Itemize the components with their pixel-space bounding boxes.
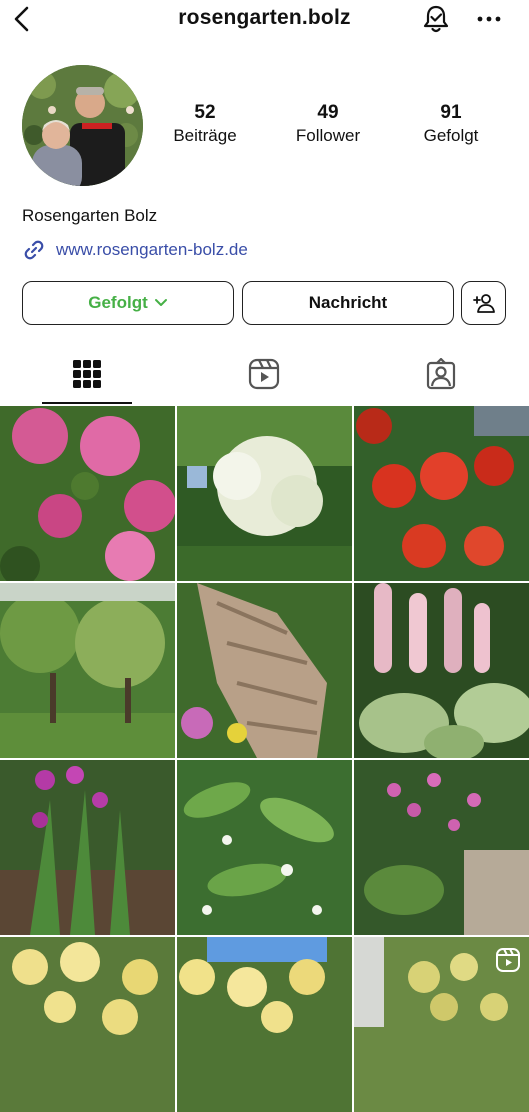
stat-posts-count: 52 — [194, 102, 216, 123]
tab-tagged[interactable] — [421, 356, 461, 392]
stat-posts-label: Beiträge — [173, 126, 237, 145]
post-thumbnail[interactable] — [354, 760, 529, 935]
stat-followers[interactable]: 49 Follower — [273, 102, 383, 146]
bell-check-icon[interactable] — [420, 3, 452, 35]
profile-stats: 52 Beiträge 49 Follower 91 Gefolgt — [150, 102, 529, 152]
post-thumbnail[interactable] — [354, 583, 529, 758]
stat-following-count: 91 — [440, 102, 462, 123]
website-text[interactable]: www.rosengarten-bolz.de — [56, 240, 248, 260]
following-button-label: Gefolgt — [88, 293, 148, 312]
top-bar: rosengarten.bolz — [0, 0, 529, 42]
stat-following[interactable]: 91 Gefolgt — [396, 102, 506, 146]
stat-followers-count: 49 — [317, 102, 339, 123]
tagged-person-icon — [426, 358, 456, 390]
post-thumbnail[interactable] — [0, 406, 175, 581]
post-thumbnail[interactable] — [0, 937, 175, 1112]
tab-posts[interactable] — [67, 356, 107, 392]
tab-selected-indicator — [42, 402, 132, 404]
profile-tabs — [0, 346, 529, 404]
post-thumbnail[interactable] — [354, 937, 529, 1112]
post-thumbnail[interactable] — [177, 760, 352, 935]
post-thumbnail[interactable] — [354, 406, 529, 581]
message-button-label: Nachricht — [308, 293, 388, 312]
suggested-accounts-button[interactable] — [461, 281, 506, 325]
more-options-icon[interactable] — [474, 6, 504, 32]
link-icon — [22, 238, 46, 262]
stat-followers-label: Follower — [295, 126, 361, 145]
post-thumbnail[interactable] — [0, 760, 175, 935]
post-thumbnail[interactable] — [0, 583, 175, 758]
profile-avatar[interactable] — [22, 65, 143, 186]
profile-display-name: Rosengarten Bolz — [22, 206, 158, 225]
reel-badge-icon — [496, 948, 520, 972]
post-thumbnail[interactable] — [177, 406, 352, 581]
stat-following-label: Gefolgt — [423, 126, 479, 145]
post-thumbnail[interactable] — [177, 937, 352, 1112]
grid-icon — [73, 360, 101, 388]
reels-icon — [248, 358, 280, 390]
tab-reels[interactable] — [244, 356, 284, 392]
posts-grid — [0, 406, 529, 1112]
message-button[interactable]: Nachricht — [242, 281, 454, 325]
following-button[interactable]: Gefolgt — [22, 281, 234, 325]
post-thumbnail[interactable] — [177, 583, 352, 758]
chevron-down-icon — [154, 299, 167, 306]
add-person-icon — [472, 294, 495, 313]
stat-posts[interactable]: 52 Beiträge — [150, 102, 260, 146]
